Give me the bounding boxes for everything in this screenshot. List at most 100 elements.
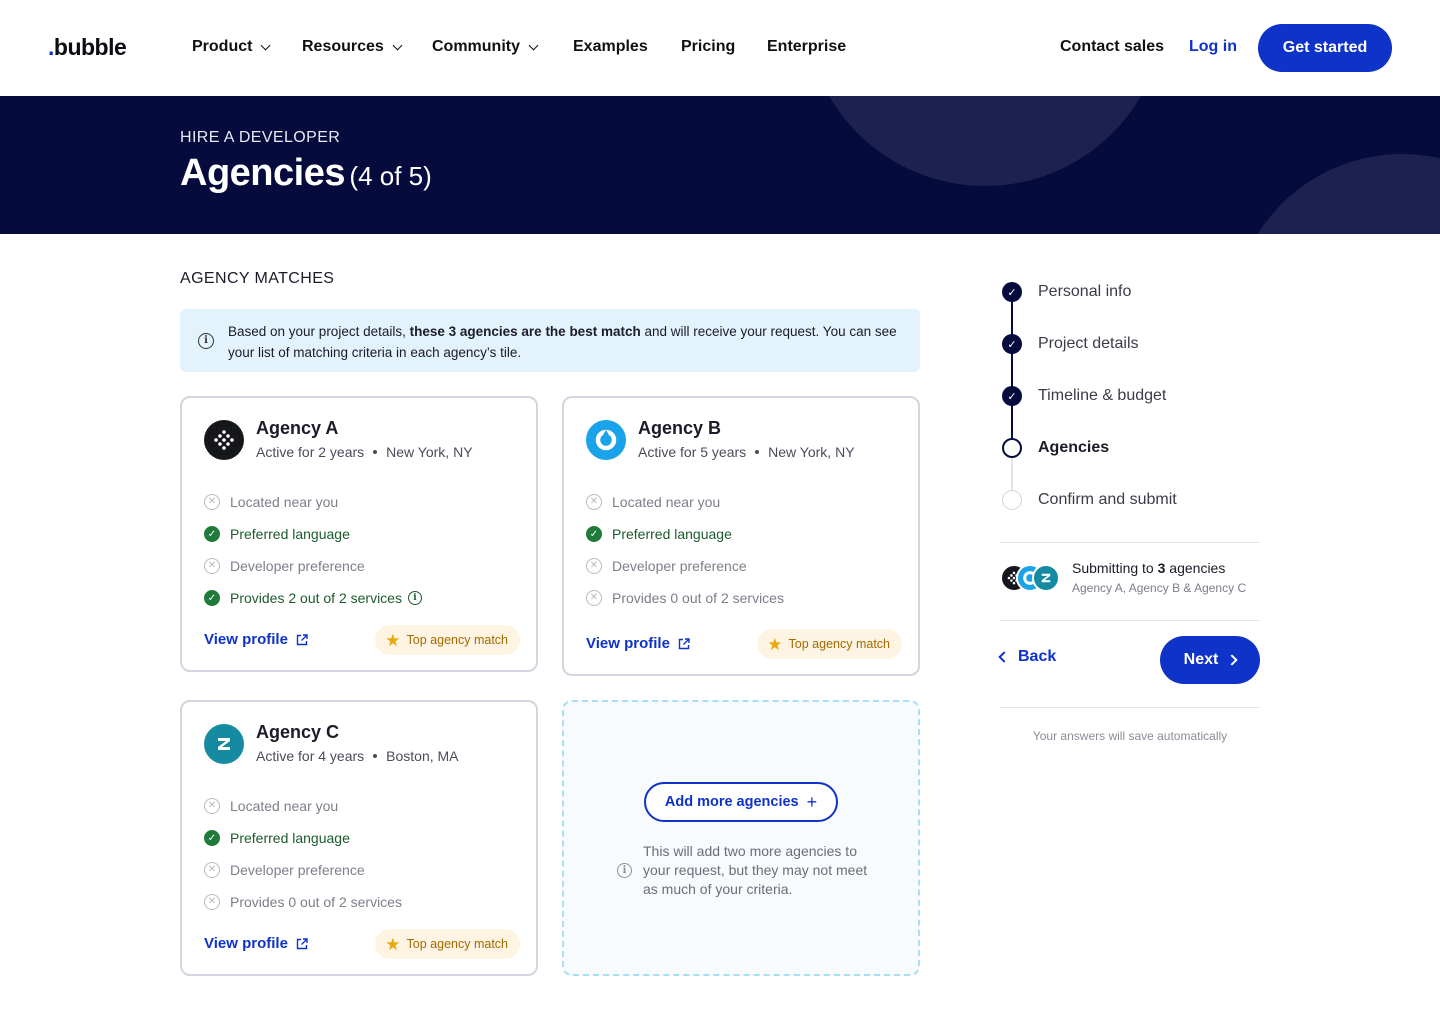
criterion-unmet: ✕ Developer preference [204, 854, 402, 886]
check-icon: ✓ [1002, 334, 1022, 354]
star-icon: ★ [385, 934, 401, 954]
chevron-left-icon [998, 651, 1010, 663]
stepper-line [1011, 458, 1013, 490]
top-match-badge: ★ Top agency match [375, 625, 520, 655]
criteria-list: ✕ Located near you ✓ Preferred language ✕ D… [586, 486, 784, 614]
criterion-unmet: ✕ Located near you [204, 486, 422, 518]
agency-card: Agency A Active for 2 years New York, NY … [180, 396, 538, 672]
next-button[interactable]: Next [1160, 636, 1260, 684]
nav-enterprise[interactable]: Enterprise [767, 38, 846, 56]
dots-logo-icon [204, 420, 244, 460]
x-circle-icon: ✕ [204, 494, 220, 510]
submitting-names: Agency A, Agency B & Agency C [1072, 581, 1247, 595]
star-icon: ★ [767, 634, 783, 654]
criteria-list: ✕ Located near you ✓ Preferred language ✕ D… [204, 790, 402, 918]
view-profile-link[interactable]: View profile [586, 635, 690, 652]
view-profile-link[interactable]: View profile [204, 935, 308, 952]
check-icon: ✓ [1002, 282, 1022, 302]
nav-resources[interactable]: Resources [302, 38, 403, 56]
agency-meta: Active for 4 years Boston, MA [256, 748, 459, 764]
chevron-down-icon [528, 40, 539, 50]
section-title: AGENCY MATCHES [180, 270, 335, 287]
external-link-icon [296, 937, 308, 949]
criterion-unmet: ✕ Developer preference [586, 550, 784, 582]
top-match-badge: ★ Top agency match [375, 929, 520, 959]
decorative-circle [1232, 154, 1440, 234]
nav-community[interactable]: Community [432, 38, 539, 56]
add-more-note: This will add two more agencies to your … [643, 843, 868, 897]
check-circle-icon: ✓ [204, 590, 220, 606]
x-circle-icon: ✕ [204, 894, 220, 910]
bubble-logo[interactable]: .bubble [48, 34, 127, 61]
info-icon[interactable]: i [407, 591, 422, 605]
step-project-details[interactable]: ✓ Project details [1002, 334, 1139, 354]
page-title-text: Agencies [180, 152, 345, 194]
step-agencies: Agencies [1002, 438, 1109, 458]
agency-name: Agency B [638, 418, 722, 438]
view-profile-link[interactable]: View profile [204, 631, 308, 648]
check-icon: ✓ [1002, 386, 1022, 406]
step-count: (4 of 5) [349, 161, 432, 191]
criterion-unmet: ✕ Provides 0 out of 2 services [204, 886, 402, 918]
top-nav: .bubble Product Resources Community Exam… [0, 0, 1440, 96]
criterion-met: ✓ Preferred language [204, 518, 422, 550]
nav-product[interactable]: Product [192, 38, 271, 56]
divider [1000, 542, 1260, 543]
x-circle-icon: ✕ [586, 494, 602, 510]
login-link[interactable]: Log in [1189, 38, 1237, 56]
criterion-unmet: ✕ Provides 0 out of 2 services [586, 582, 784, 614]
criterion-met: ✓ Preferred language [586, 518, 784, 550]
agency-meta: Active for 2 years New York, NY [256, 444, 473, 460]
info-icon: i [617, 863, 632, 878]
criterion-unmet: ✕ Located near you [204, 790, 402, 822]
chevron-down-icon [392, 40, 403, 50]
decorative-circle [805, 96, 1165, 186]
step-confirm-submit: Confirm and submit [1002, 490, 1177, 510]
agency-meta: Active for 5 years New York, NY [638, 444, 855, 460]
top-match-badge: ★ Top agency match [757, 629, 902, 659]
submitting-title: Submitting to 3 agencies [1072, 560, 1226, 576]
contact-sales-link[interactable]: Contact sales [1060, 38, 1164, 56]
check-circle-icon: ✓ [204, 830, 220, 846]
criterion-met: ✓ Preferred language [204, 822, 402, 854]
divider [1000, 620, 1260, 621]
agency-card: Agency B Active for 5 years New York, NY … [562, 396, 920, 676]
stepper-line [1011, 302, 1013, 438]
current-step-icon [1002, 438, 1022, 458]
info-icon: i [198, 333, 214, 349]
nav-examples[interactable]: Examples [573, 38, 648, 56]
ring-logo-icon [586, 420, 626, 460]
step-personal-info[interactable]: ✓ Personal info [1002, 282, 1131, 302]
agency-c-avatar [1032, 564, 1060, 592]
check-circle-icon: ✓ [204, 526, 220, 542]
criterion-met: ✓ Provides 2 out of 2 services i [204, 582, 422, 614]
x-circle-icon: ✕ [586, 558, 602, 574]
info-banner: i Based on your project details, these 3… [180, 309, 920, 372]
x-circle-icon: ✕ [204, 558, 220, 574]
hero-eyebrow: HIRE A DEVELOPER [180, 129, 341, 146]
submitting-summary: Submitting to 3 agencies Agency A, Agenc… [1000, 560, 1260, 600]
get-started-button[interactable]: Get started [1258, 24, 1392, 72]
criteria-list: ✕ Located near you ✓ Preferred language ✕ D… [204, 486, 422, 614]
hero-banner: HIRE A DEVELOPER Agencies (4 of 5) [0, 96, 1440, 234]
autosave-note: Your answers will save automatically [1032, 729, 1228, 743]
add-more-card: Add more agencies + i This will add two m… [562, 700, 920, 976]
step-timeline-budget[interactable]: ✓ Timeline & budget [1002, 386, 1166, 406]
pending-step-icon [1002, 490, 1022, 510]
nav-pricing[interactable]: Pricing [681, 38, 735, 56]
agency-card: Agency C Active for 4 years Boston, MA ✕ L… [180, 700, 538, 976]
chevron-right-icon [1226, 654, 1239, 666]
external-link-icon [296, 633, 308, 645]
divider [1000, 707, 1260, 708]
add-more-agencies-button[interactable]: Add more agencies + [644, 782, 838, 822]
agency-name: Agency C [256, 722, 340, 742]
back-button[interactable]: Back [998, 648, 1056, 666]
star-icon: ★ [385, 630, 401, 650]
agency-name: Agency A [256, 418, 339, 438]
x-circle-icon: ✕ [586, 590, 602, 606]
banner-text: Based on your project details, these 3 a… [228, 324, 897, 360]
plus-icon: + [806, 791, 818, 812]
check-circle-icon: ✓ [586, 526, 602, 542]
chevron-down-icon [261, 40, 271, 50]
criterion-unmet: ✕ Developer preference [204, 550, 422, 582]
